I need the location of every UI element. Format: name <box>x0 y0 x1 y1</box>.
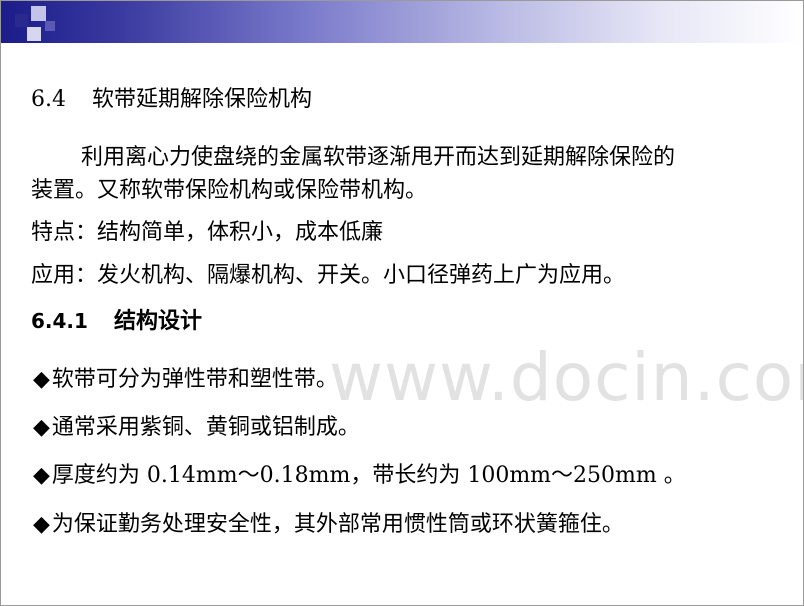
diamond-bullet-icon: ◆ <box>33 415 50 440</box>
bullet-item: ◆厚度约为 0.14mm～0.18mm，带长约为 100mm～250mm 。 <box>33 462 686 490</box>
bullet-text: 通常采用紫铜、黄铜或铝制成。 <box>51 415 360 440</box>
square-dark-1 <box>15 14 28 27</box>
features-line: 特点：结构简单，体积小，成本低廉 <box>31 219 383 247</box>
section-heading: 6.4 软带延期解除保险机构 <box>31 86 312 114</box>
features-text: 结构简单，体积小，成本低廉 <box>97 220 384 245</box>
slide: 6.4 软带延期解除保险机构 利用离心力使盘绕的金属软带逐渐甩开而达到延期解除保险… <box>0 0 804 606</box>
features-label: 特点： <box>31 220 98 245</box>
subsection-number: 6.4.1 <box>31 309 88 333</box>
diamond-bullet-icon: ◆ <box>33 463 50 488</box>
section-number: 6.4 <box>31 87 66 112</box>
intro-line-1: 利用离心力使盘绕的金属软带逐渐甩开而达到延期解除保险的 <box>81 145 676 170</box>
bullet-item: ◆通常采用紫铜、黄铜或铝制成。 <box>33 414 360 442</box>
bullet-item: ◆为保证勤务处理安全性，其外部常用惯性筒或环状簧箍住。 <box>33 511 624 539</box>
square-light-2 <box>27 27 41 41</box>
subsection-title: 结构设计 <box>113 308 202 334</box>
bullet-item: ◆软带可分为弹性带和塑性带。 <box>33 366 338 394</box>
bullet-text: 为保证勤务处理安全性，其外部常用惯性筒或环状簧箍住。 <box>51 512 624 537</box>
section-title: 软带延期解除保险机构 <box>92 87 313 112</box>
applications-line: 应用：发火机构、隔爆机构、开关。小口径弹药上广为应用。 <box>31 262 625 290</box>
applications-label: 应用： <box>31 263 98 288</box>
square-dark-2 <box>45 21 55 31</box>
watermark: www.docin.com <box>329 339 804 416</box>
bullet-text: 软带可分为弹性带和塑性带。 <box>51 367 338 392</box>
header-gradient-band <box>1 1 803 43</box>
diamond-bullet-icon: ◆ <box>33 367 50 392</box>
applications-text: 发火机构、隔爆机构、开关。小口径弹药上广为应用。 <box>97 263 626 288</box>
square-light-1 <box>31 6 46 21</box>
subsection-heading: 6.4.1 结构设计 <box>31 307 202 335</box>
bullet-text: 厚度约为 0.14mm～0.18mm，带长约为 100mm～250mm 。 <box>51 463 686 488</box>
diamond-bullet-icon: ◆ <box>33 512 50 537</box>
intro-line-2: 装置。又称软带保险机构或保险带机构。 <box>31 178 428 203</box>
